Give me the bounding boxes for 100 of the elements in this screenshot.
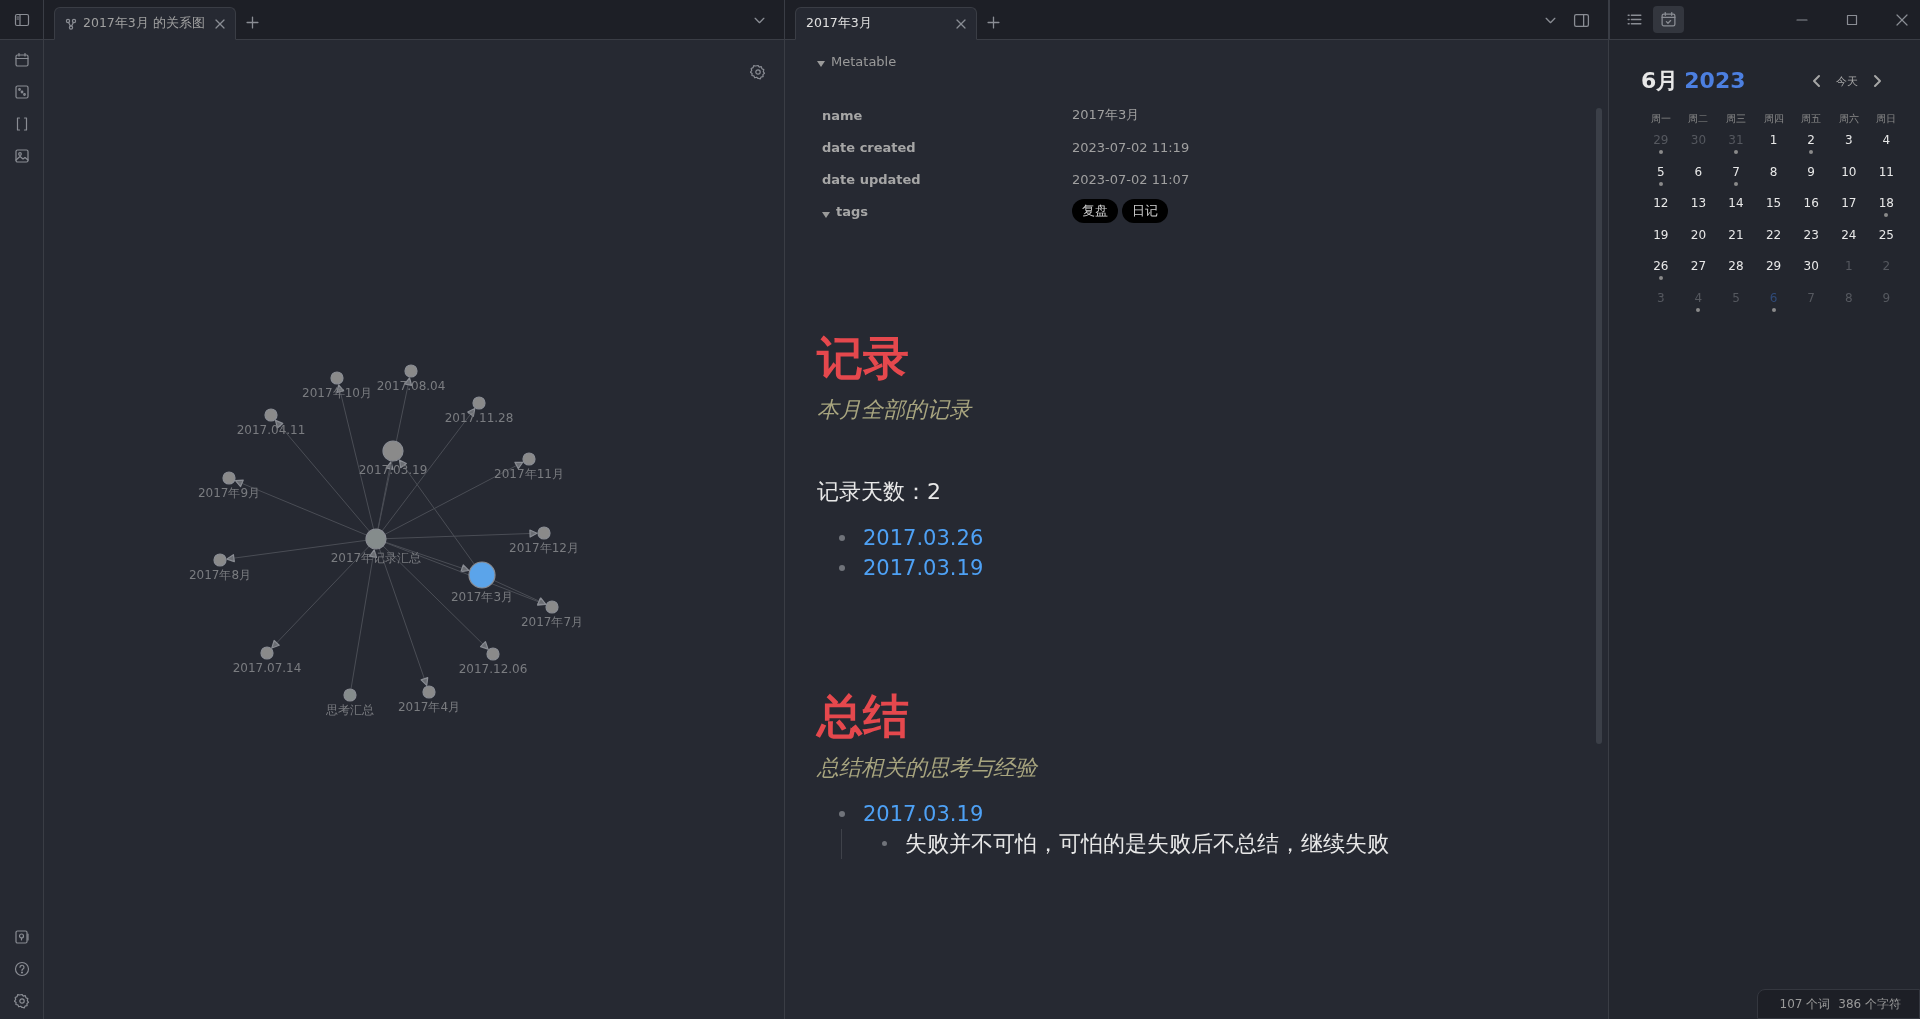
- graph-tab[interactable]: 2017年3月 的关系图: [54, 7, 236, 40]
- node-label: 2017年3月: [450, 590, 514, 604]
- tab-title: 2017年3月: [806, 15, 873, 32]
- graph-node[interactable]: [260, 646, 274, 660]
- graph-node[interactable]: [472, 396, 486, 410]
- calendar-day[interactable]: 30: [1803, 256, 1819, 276]
- today-button[interactable]: 今天: [1836, 73, 1858, 89]
- node-label: 2017年12月: [509, 541, 579, 555]
- node-label: 2017.04.11: [236, 423, 306, 437]
- calendar-month: 6月: [1641, 68, 1679, 93]
- bullet-dot: [839, 564, 845, 571]
- calendar-day[interactable]: 6: [1694, 161, 1703, 182]
- help-icon[interactable]: [13, 961, 30, 977]
- new-tab-icon[interactable]: [987, 16, 1000, 29]
- calendar-day[interactable]: 26: [1653, 256, 1669, 276]
- calendar-day[interactable]: 21: [1728, 224, 1744, 245]
- weekday-label: 周六: [1837, 112, 1860, 126]
- sidebar-toggle-icon[interactable]: [13, 11, 30, 28]
- calendar-day[interactable]: 27: [1690, 256, 1707, 276]
- calendar-day[interactable]: 14: [1728, 193, 1744, 213]
- calendar-day[interactable]: 2: [1807, 130, 1815, 150]
- calendar-icon[interactable]: [13, 52, 30, 68]
- graph-node[interactable]: [522, 452, 536, 466]
- calendar-day[interactable]: 20: [1690, 224, 1707, 245]
- sidebar-toggle-icon[interactable]: [1573, 12, 1590, 29]
- tab-title: 2017年3月 的关系图: [83, 15, 206, 32]
- chevron-left-icon[interactable]: [1812, 74, 1822, 88]
- word-count: 107 个词: [1779, 996, 1831, 1013]
- calendar-year: 2023: [1684, 68, 1746, 93]
- weekday-label: 周五: [1800, 112, 1823, 126]
- calendar-view-button[interactable]: [1653, 6, 1684, 33]
- map-pin-icon[interactable]: [13, 929, 30, 945]
- settings-icon[interactable]: [13, 993, 30, 1009]
- image-icon[interactable]: [13, 148, 30, 164]
- calendar-day[interactable]: 11: [1878, 161, 1894, 182]
- calendar-day[interactable]: 4: [1882, 130, 1891, 150]
- graph-node[interactable]: [365, 528, 387, 550]
- node-label: 2017.07.14: [232, 661, 302, 675]
- character-count: 386 个字符: [1838, 996, 1901, 1013]
- chevron-right-icon[interactable]: [1872, 74, 1882, 88]
- settings-icon[interactable]: [750, 64, 766, 80]
- node-label: 2017.11.28: [444, 411, 514, 425]
- metadata-key: date updated: [822, 171, 1072, 187]
- calendar-day[interactable]: 15: [1765, 193, 1782, 213]
- triangle-icon[interactable]: [817, 61, 825, 67]
- graph-node[interactable]: [264, 408, 278, 422]
- metatable-title[interactable]: Metatable: [831, 54, 897, 69]
- triangle-icon[interactable]: [822, 212, 830, 218]
- note-link[interactable]: 2017.03.19: [863, 555, 984, 580]
- note-link[interactable]: 2017.03.26: [863, 525, 984, 550]
- calendar-day[interactable]: 3: [1844, 130, 1853, 150]
- metadata-value: 2023-07-02 11:19: [1072, 139, 1190, 155]
- new-tab-icon[interactable]: [246, 16, 259, 29]
- graph-node[interactable]: [422, 685, 436, 699]
- tag-pill[interactable]: 复盘: [1072, 199, 1118, 223]
- graph-node[interactable]: [545, 600, 559, 614]
- note-tab[interactable]: 2017年3月: [795, 7, 977, 40]
- metadata-key: tags: [836, 203, 869, 219]
- calendar-day[interactable]: 12: [1653, 193, 1669, 213]
- calendar-day[interactable]: 5: [1656, 161, 1665, 182]
- graph-node[interactable]: [486, 647, 500, 661]
- close-icon[interactable]: [1896, 13, 1908, 26]
- section-heading: 记录: [817, 330, 910, 387]
- graph-node[interactable]: [537, 526, 551, 540]
- node-label: 2017.03.19: [358, 463, 428, 477]
- weekday-label: 周四: [1762, 112, 1785, 126]
- dice-icon[interactable]: [13, 84, 30, 100]
- calendar-day[interactable]: 10: [1841, 161, 1857, 182]
- node-label: 思考汇总: [326, 703, 374, 717]
- graph-node[interactable]: [213, 553, 227, 567]
- calendar-day[interactable]: 7: [1732, 161, 1740, 182]
- calendar-day[interactable]: 24: [1841, 224, 1857, 245]
- calendar-day[interactable]: 13: [1690, 193, 1707, 213]
- calendar-day[interactable]: 16: [1803, 193, 1819, 213]
- graph-node[interactable]: [404, 364, 418, 378]
- calendar-day[interactable]: 9: [1807, 161, 1815, 182]
- graph-node[interactable]: [222, 471, 236, 485]
- calendar-day[interactable]: 25: [1878, 224, 1894, 245]
- maximize-icon[interactable]: [1846, 13, 1858, 26]
- calendar-day[interactable]: 22: [1765, 224, 1782, 245]
- bullet-dot: [839, 810, 845, 817]
- close-icon[interactable]: [956, 18, 966, 29]
- calendar-day[interactable]: 1: [1769, 130, 1778, 150]
- calendar-day[interactable]: 23: [1803, 224, 1819, 245]
- tag-pill[interactable]: 日记: [1122, 199, 1168, 223]
- calendar-day[interactable]: 8: [1769, 161, 1778, 182]
- close-icon[interactable]: [215, 18, 225, 29]
- calendar-day[interactable]: 17: [1841, 193, 1857, 213]
- node-label: 2017.12.06: [458, 662, 528, 676]
- graph-node[interactable]: [343, 688, 357, 702]
- graph-node[interactable]: [330, 371, 344, 385]
- note-link[interactable]: 2017.03.19: [863, 801, 984, 826]
- calendar-day[interactable]: 18: [1878, 193, 1894, 213]
- graph-node[interactable]: [468, 561, 496, 589]
- calendar-check-icon: [1660, 11, 1677, 28]
- calendar-day[interactable]: 19: [1653, 224, 1669, 245]
- calendar-day[interactable]: 28: [1728, 256, 1744, 276]
- calendar-day[interactable]: 29: [1765, 256, 1782, 276]
- node-label: 2017年8月: [188, 568, 252, 582]
- graph-node[interactable]: [382, 440, 404, 462]
